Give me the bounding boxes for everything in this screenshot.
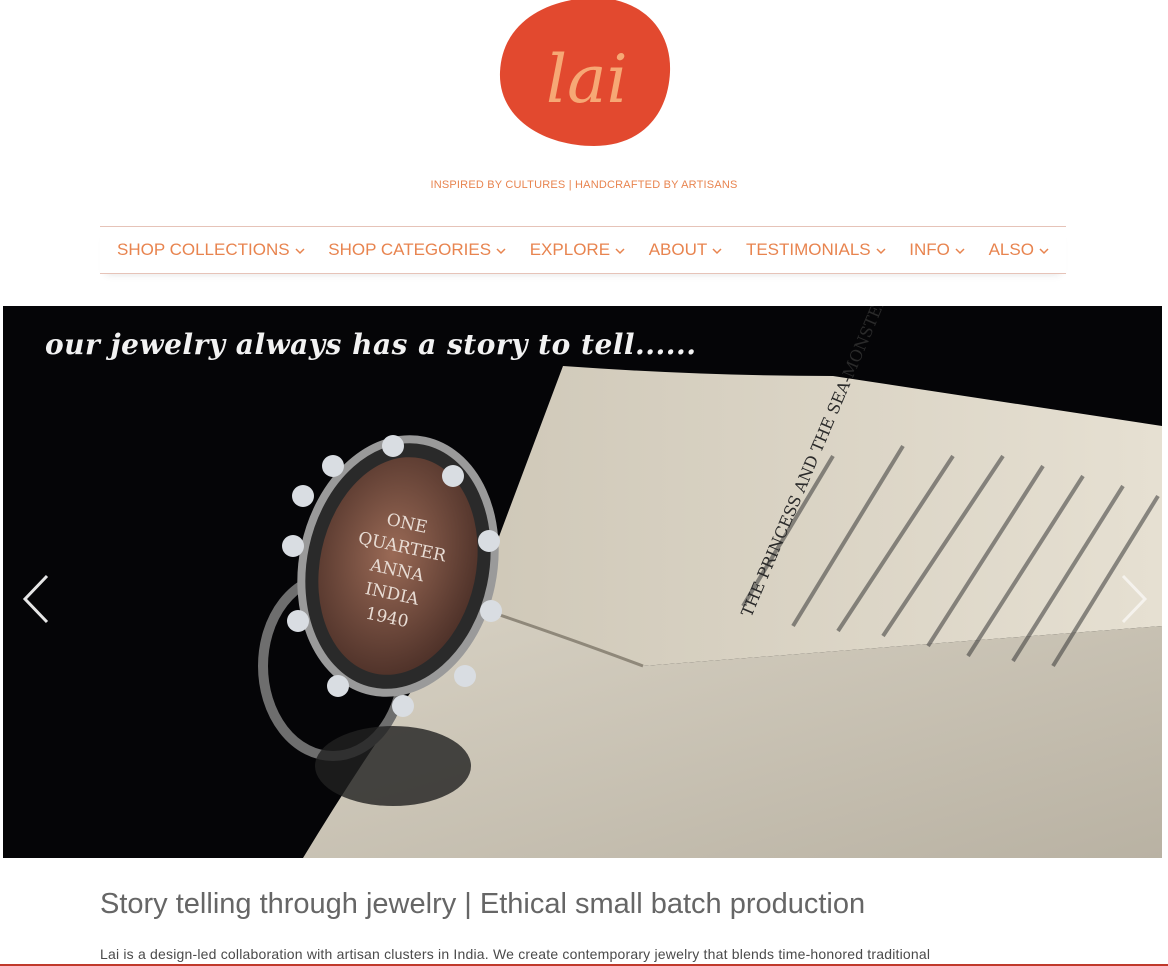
nav-item-label: TESTIMONIALS [745, 240, 871, 259]
slider-next-button[interactable] [1113, 572, 1153, 626]
nav-item-label: SHOP CATEGORIES [328, 240, 492, 259]
chevron-down-icon [496, 247, 506, 254]
slider-prev-button[interactable] [17, 572, 57, 626]
chevron-down-icon [876, 247, 886, 254]
brand-logo[interactable]: lai [494, 0, 674, 152]
hero-caption: our jewelry always has a story to tell..… [45, 328, 697, 361]
chevron-down-icon [955, 247, 965, 254]
nav-item-label: EXPLORE [529, 240, 611, 259]
nav-item-label: SHOP COLLECTIONS [117, 240, 290, 259]
nav-item-about[interactable]: ABOUT [649, 240, 723, 260]
page-title: Story telling through jewelry | Ethical … [100, 888, 866, 920]
chevron-left-icon [22, 574, 49, 624]
nav-item-testimonials[interactable]: TESTIMONIALS [746, 240, 886, 260]
chevron-right-icon [1121, 574, 1148, 624]
nav-item-label: ABOUT [648, 240, 708, 259]
chevron-down-icon [712, 247, 722, 254]
logo-text: lai [546, 41, 628, 118]
nav-item-shop-collections[interactable]: SHOP COLLECTIONS [117, 240, 305, 260]
main-nav: SHOP COLLECTIONS SHOP CATEGORIES EXPLORE… [100, 226, 1066, 274]
nav-item-shop-categories[interactable]: SHOP CATEGORIES [328, 240, 506, 260]
intro-paragraph: Lai is a design-led collaboration with a… [100, 946, 931, 962]
nav-item-explore[interactable]: EXPLORE [530, 240, 625, 260]
hero-slider[interactable]: ONE QUARTER ANNA INDIA 1940 THE PRINCESS… [3, 306, 1162, 858]
hero-image: ONE QUARTER ANNA INDIA 1940 THE PRINCESS… [258, 306, 1162, 858]
nav-item-info[interactable]: INFO [909, 240, 965, 260]
tagline: INSPIRED BY CULTURES | HANDCRAFTED BY AR… [430, 179, 738, 191]
nav-item-label: ALSO [988, 240, 1034, 259]
chevron-down-icon [1039, 247, 1049, 254]
chevron-down-icon [615, 247, 625, 254]
chevron-down-icon [295, 247, 305, 254]
nav-item-also[interactable]: ALSO [989, 240, 1049, 260]
nav-item-label: INFO [909, 240, 950, 259]
